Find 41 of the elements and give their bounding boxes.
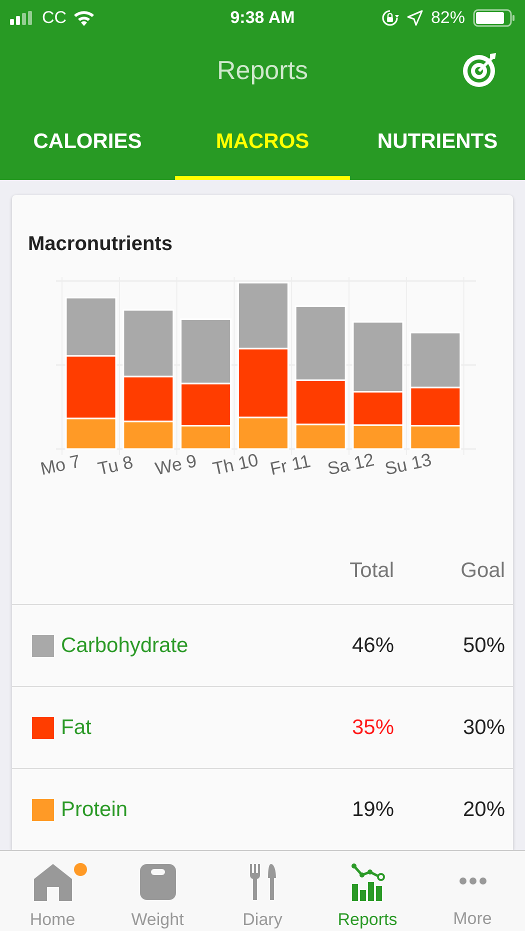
total-value: 19% (350, 796, 394, 823)
wifi-icon (72, 10, 95, 26)
total-value: 35% (350, 714, 394, 741)
battery-icon (473, 8, 515, 26)
rotation-lock-icon (380, 8, 399, 26)
column-header: Total (350, 558, 394, 582)
nav-item[interactable]: Diary (210, 851, 315, 931)
goal-value: 50% (462, 632, 506, 659)
battery-percent: 82% (430, 6, 465, 29)
goal-value: 20% (462, 796, 506, 823)
chart-title: Macronutrients (28, 233, 172, 255)
fork-knife-icon (248, 863, 276, 901)
macro-name: Fat (61, 714, 92, 741)
nav-item[interactable]: Home (0, 851, 105, 931)
tab[interactable]: MACROS (175, 105, 350, 180)
goal-value: 30% (462, 714, 506, 741)
total-value: 46% (350, 632, 394, 659)
chart-icon (350, 863, 386, 901)
macro-name: Protein (61, 796, 129, 823)
tab[interactable]: NUTRIENTS (350, 105, 525, 180)
clock-time: 9:38 AM (230, 8, 295, 27)
day-label: We 9 (153, 450, 198, 479)
scale-icon (138, 863, 176, 901)
column-header: Goal (460, 558, 505, 582)
more-icon (458, 877, 486, 886)
nav-item[interactable]: Reports (315, 851, 420, 931)
macro-name: Carbohydrate (61, 632, 190, 659)
day-label: Fr 11 (268, 450, 312, 479)
tab[interactable]: CALORIES (0, 105, 175, 180)
carrier-name: CC (42, 6, 67, 29)
day-label: Su 13 (383, 450, 434, 479)
house-icon (32, 863, 72, 901)
day-label: Mo 7 (38, 451, 82, 479)
location-arrow-icon (406, 10, 423, 26)
screen-title: Reports (216, 54, 308, 86)
day-label: Sa 12 (326, 450, 376, 479)
day-label: Tu 8 (96, 452, 135, 479)
nav-item[interactable]: Weight (105, 851, 210, 931)
target-icon[interactable] (461, 51, 499, 89)
nav-item[interactable]: More (420, 851, 525, 931)
day-label: Th 10 (210, 450, 260, 479)
